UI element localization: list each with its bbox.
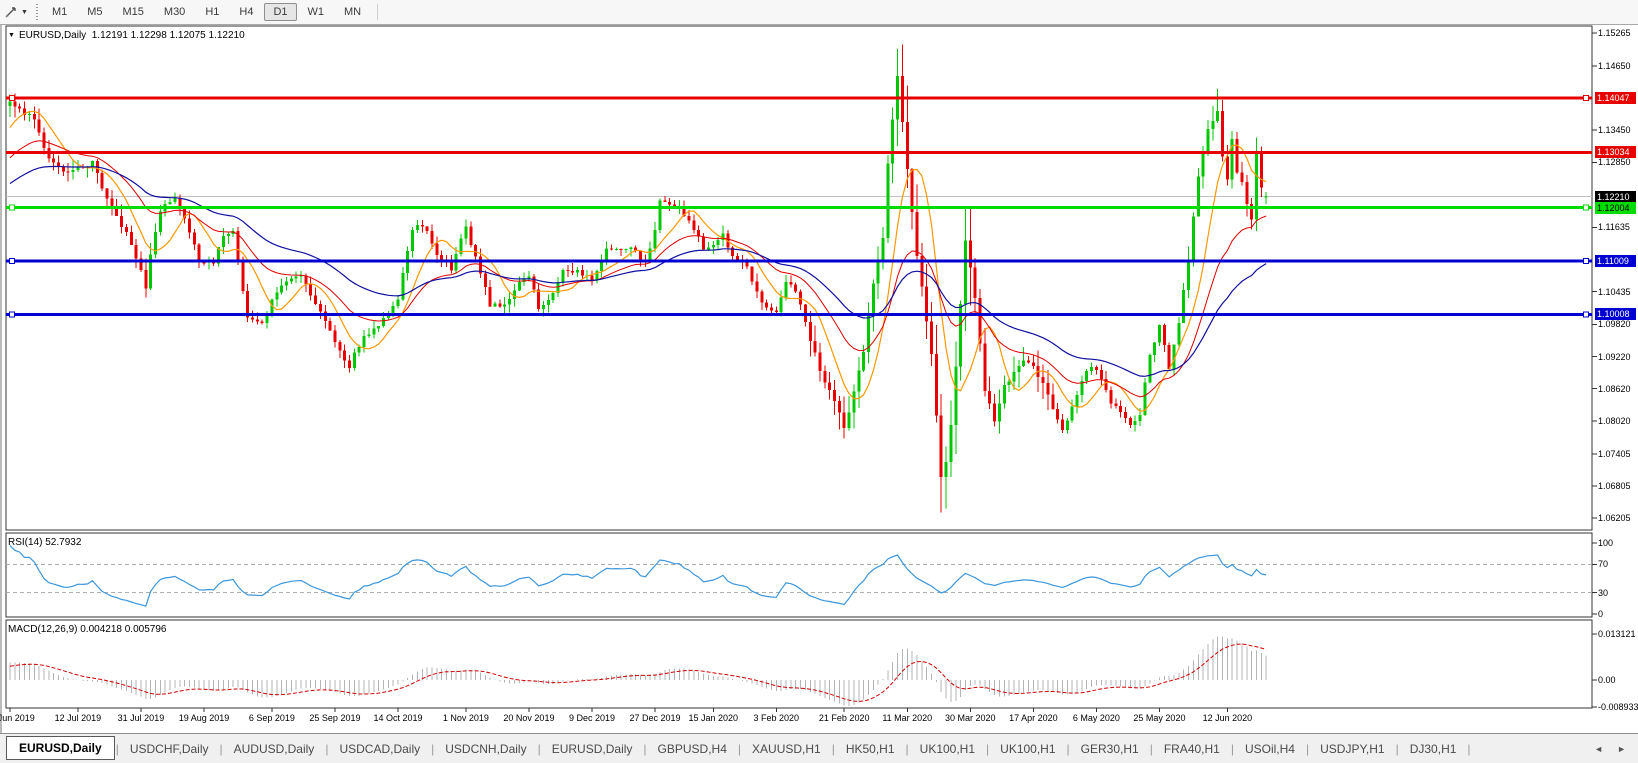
candles-group <box>8 44 1268 513</box>
macd-panel-label: MACD(12,26,9) 0.004218 0.005796 <box>8 624 167 635</box>
hline-handle-1.12004[interactable] <box>1583 204 1589 211</box>
chart-tabs: EURUSD,Daily | USDCHF,Daily | AUDUSD,Daily | U… <box>0 736 1472 761</box>
line-tool-icon[interactable] <box>3 4 19 20</box>
chart-tab-dj30-h1-15[interactable]: DJ30,H1 <box>1400 739 1467 759</box>
timeframe-button-d1[interactable]: D1 <box>264 3 297 21</box>
toolbar-separator <box>377 4 379 20</box>
ma-mid-line <box>9 140 1267 398</box>
macd-panel-frame <box>5 619 1593 709</box>
chart-canvas[interactable] <box>0 0 1638 763</box>
timeframe-button-mn[interactable]: MN <box>335 3 370 21</box>
rsi-panel-label: RSI(14) 52.7932 <box>8 537 82 548</box>
hline-handle-1.11009[interactable] <box>1583 257 1589 264</box>
tool-dropdown-caret[interactable]: ▼ <box>21 9 28 16</box>
top-toolbar: ▼ M1 M5 M15 M30 H1 H4 D1 W1 MN <box>0 0 1638 25</box>
timeframe-button-h4[interactable]: H4 <box>230 3 262 21</box>
timeframe-buttons: M1 M5 M15 M30 H1 H4 D1 W1 MN <box>42 3 371 21</box>
hline-handle-1.12004[interactable] <box>9 204 15 211</box>
chart-tab-gbpusd-h4-6[interactable]: GBPUSD,H4 <box>648 739 737 759</box>
ma-slow-line <box>9 165 1267 377</box>
chart-tab-ger30-h1-11[interactable]: GER30,H1 <box>1071 739 1149 759</box>
chart-tab-usdcnh-daily-4[interactable]: USDCNH,Daily <box>435 739 536 759</box>
chart-tab-usdjpy-h1-14[interactable]: USDJPY,H1 <box>1310 739 1394 759</box>
chart-tab-uk100-h1-9[interactable]: UK100,H1 <box>910 739 985 759</box>
hline-handle-1.14047[interactable] <box>1583 95 1589 102</box>
tab-separator: | <box>1467 742 1471 756</box>
timeframe-button-m1[interactable]: M1 <box>43 3 76 21</box>
chart-tab-usoil-h4-13[interactable]: USOil,H4 <box>1235 739 1305 759</box>
chart-tab-audusd-daily-2[interactable]: AUDUSD,Daily <box>224 739 325 759</box>
rsi-line <box>9 545 1267 607</box>
chart-title-ohlc: 1.12191 1.12298 1.12075 1.12210 <box>91 30 245 41</box>
timeframe-button-m5[interactable]: M5 <box>78 3 111 21</box>
toolbar-grip[interactable] <box>35 4 38 20</box>
rsi-panel-frame <box>5 532 1593 618</box>
chart-title: ▼ EURUSD,Daily 1.12191 1.12298 1.12075 1.… <box>8 30 245 41</box>
hline-handle-1.11009[interactable] <box>9 257 15 264</box>
timeframe-button-w1[interactable]: W1 <box>299 3 334 21</box>
chart-tab-xauusd-h1-7[interactable]: XAUUSD,H1 <box>742 739 831 759</box>
chart-tab-hk50-h1-8[interactable]: HK50,H1 <box>836 739 905 759</box>
chart-title-caret[interactable]: ▼ <box>8 32 15 39</box>
chart-title-symbol: EURUSD,Daily <box>18 30 87 41</box>
timeframe-button-h1[interactable]: H1 <box>196 3 228 21</box>
tab-scroll-left-icon[interactable]: ◄ <box>1592 742 1605 756</box>
macd-signal-line <box>9 643 1267 702</box>
macd-histogram <box>9 636 1267 706</box>
chart-tab-usdchf-daily-1[interactable]: USDCHF,Daily <box>120 739 219 759</box>
hline-handle-1.14047[interactable] <box>9 95 15 102</box>
timeframe-button-m15[interactable]: M15 <box>114 3 153 21</box>
chart-tab-eurusd-daily-0[interactable]: EURUSD,Daily <box>6 736 115 760</box>
hline-handle-1.10008[interactable] <box>9 311 15 318</box>
timeframe-button-m30[interactable]: M30 <box>155 3 194 21</box>
chart-tab-fra40-h1-12[interactable]: FRA40,H1 <box>1154 739 1230 759</box>
tab-scroll-controls: ◄ ► <box>1592 742 1628 756</box>
tab-scroll-right-icon[interactable]: ► <box>1615 742 1628 756</box>
chart-tab-bar: EURUSD,Daily | USDCHF,Daily | AUDUSD,Daily | U… <box>0 733 1638 763</box>
chart-tab-uk100-h1-10[interactable]: UK100,H1 <box>990 739 1065 759</box>
hline-handle-1.10008[interactable] <box>1583 311 1589 318</box>
chart-tab-eurusd-daily-5[interactable]: EURUSD,Daily <box>542 739 643 759</box>
chart-tab-usdcad-daily-3[interactable]: USDCAD,Daily <box>329 739 430 759</box>
